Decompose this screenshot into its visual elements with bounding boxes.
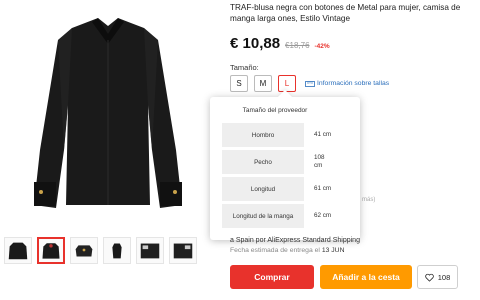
measure-value: 41 cm [314, 131, 332, 138]
measure-name: Hombro [222, 123, 304, 147]
thumbnail-1[interactable] [4, 237, 32, 264]
measure-name: Longitud de la manga [222, 204, 304, 228]
price-row: € 10,88 €18,76 -42% [230, 35, 330, 52]
size-chart-table: Hombro 41 cm Pecho 108 cm Longitud 61 cm… [222, 123, 334, 231]
size-option-m[interactable]: M [254, 75, 272, 92]
size-chart-row: Longitud 61 cm [222, 177, 334, 201]
size-chart-row: Pecho 108 cm [222, 150, 334, 174]
popup-arrow [277, 89, 293, 105]
size-option-s[interactable]: S [230, 75, 248, 92]
measure-name: Pecho [222, 150, 304, 174]
original-price: €18,76 [285, 41, 310, 50]
delivery-prefix: Fecha estimada de entrega el [230, 247, 320, 254]
thumbnail-3[interactable] [70, 237, 98, 264]
measure-value: 62 cm [314, 212, 332, 219]
size-label: Tamaño: [230, 63, 259, 72]
ruler-icon [305, 80, 315, 87]
size-chart-popup: Tamaño del proveedor Hombro 41 cm Pecho … [210, 89, 360, 240]
heart-icon [424, 273, 434, 282]
blouse-image [34, 18, 182, 208]
wishlist-count: 108 [437, 272, 451, 282]
shipping-method: a Spain por AliExpress Standard Shipping [230, 237, 360, 244]
size-chart-row: Longitud de la manga 62 cm [222, 204, 334, 228]
discount-badge: -42% [314, 43, 330, 50]
current-price: € 10,88 [230, 35, 281, 52]
delivery-date: 13 JUN [321, 247, 345, 254]
thumbnail-6[interactable] [169, 237, 197, 264]
main-product-image[interactable] [0, 0, 214, 230]
measure-value: 108 cm [314, 154, 325, 169]
measure-name: Longitud [222, 177, 304, 201]
buy-now-button[interactable]: Comprar [230, 265, 314, 289]
size-options: S M L Información sobre tallas [230, 75, 389, 92]
size-info-link[interactable]: Información sobre tallas [305, 80, 389, 87]
popup-title: Tamaño del proveedor [242, 107, 308, 114]
size-option-l[interactable]: L [278, 75, 296, 92]
wishlist-button[interactable]: 108 [417, 265, 458, 289]
partial-text: más) [362, 197, 376, 203]
size-chart-row: Hombro 41 cm [222, 123, 334, 147]
thumbnail-5[interactable] [136, 237, 164, 264]
size-info-label: Información sobre tallas [317, 80, 390, 87]
delivery-estimate: Fecha estimada de entrega el 13 JUN [230, 247, 345, 254]
measure-value: 61 cm [314, 185, 332, 192]
thumbnail-4[interactable] [103, 237, 131, 264]
add-to-cart-button[interactable]: Añadir a la cesta [320, 265, 412, 289]
thumbnail-strip [4, 237, 197, 264]
thumbnail-2-selected[interactable] [37, 237, 65, 264]
product-title: TRAF-blusa negra con botones de Metal pa… [230, 3, 461, 23]
